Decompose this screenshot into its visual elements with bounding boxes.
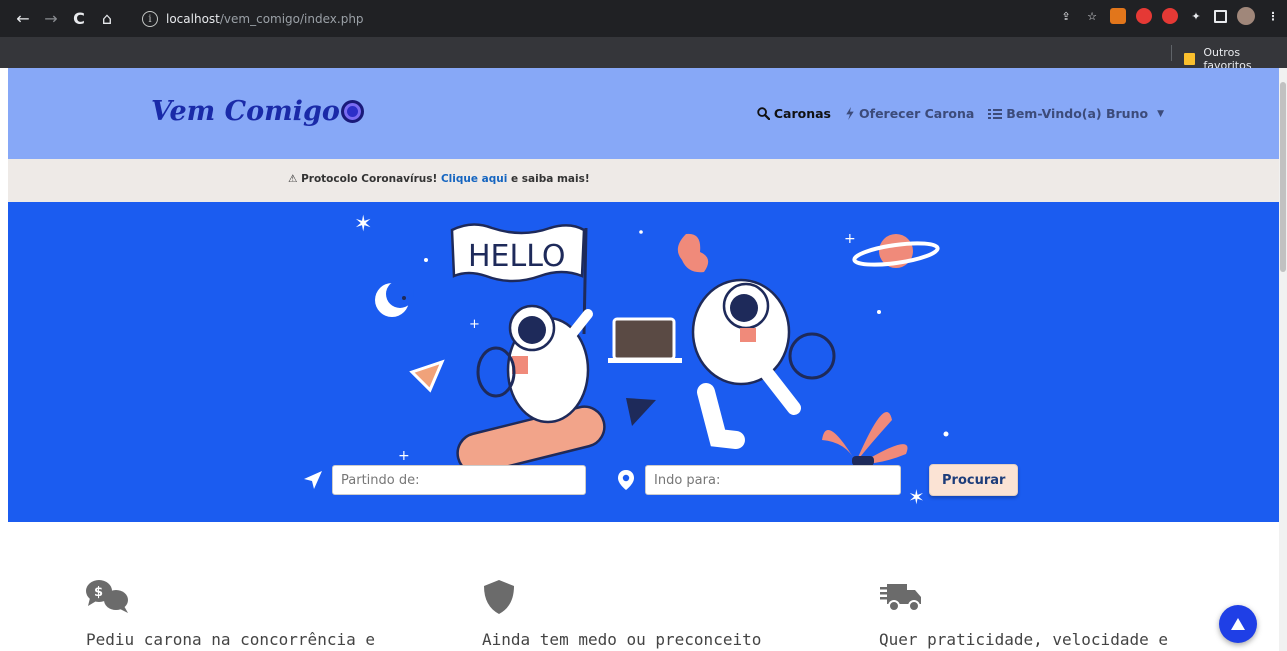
url-host: localhost	[166, 12, 220, 26]
page-viewport: Vem Comigo Caronas Oferecer Carona Bem-V…	[8, 68, 1279, 651]
window-icon[interactable]	[1214, 9, 1227, 23]
search-icon	[757, 107, 770, 120]
svg-text:+: +	[398, 448, 410, 464]
puzzle-icon[interactable]: ✦	[1188, 8, 1204, 24]
feature-fear: Ainda tem medo ou preconceito	[482, 578, 761, 649]
back-arrow-icon[interactable]: ←	[12, 7, 34, 29]
reload-icon[interactable]: C	[68, 7, 90, 29]
url-path: /vem_comigo/index.php	[219, 12, 364, 26]
logo[interactable]: Vem Comigo	[151, 96, 364, 127]
bookmarks-separator	[1171, 45, 1172, 61]
shield-icon	[484, 580, 514, 614]
covid-notice: ⚠ Protocolo Coronavírus! Clique aqui e s…	[288, 173, 590, 185]
svg-text:+: +	[844, 231, 856, 247]
covid-notice-bar: ⚠ Protocolo Coronavírus! Clique aqui e s…	[8, 159, 1279, 202]
svg-text:+: +	[469, 317, 480, 332]
feature-competition: $ Pediu carona na concorrência e	[86, 578, 375, 649]
bookmarks-bar: Outros favoritos	[0, 36, 1287, 72]
svg-text:$: $	[94, 585, 103, 600]
logo-text: Vem Comigo	[151, 96, 340, 127]
nav-user-menu[interactable]: Bem-Vindo(a) Bruno ▼	[988, 106, 1164, 121]
more-menu-icon[interactable]: ⋮	[1265, 8, 1281, 24]
map-pin-icon	[618, 470, 634, 490]
fox-extension-icon[interactable]	[1110, 8, 1126, 24]
from-input[interactable]: Partindo de:	[332, 465, 586, 495]
back-to-top-button[interactable]	[1219, 605, 1257, 643]
address-bar[interactable]: i localhost/vem_comigo/index.php	[142, 8, 1002, 30]
notice-prefix: Protocolo Coronavírus!	[301, 173, 438, 185]
site-header: Vem Comigo Caronas Oferecer Carona Bem-V…	[8, 68, 1279, 159]
avatar[interactable]	[1237, 7, 1255, 25]
list-icon	[988, 108, 1003, 119]
home-icon[interactable]: ⌂	[96, 7, 118, 29]
star-icon[interactable]: ☆	[1084, 8, 1100, 24]
bolt-icon	[846, 107, 854, 120]
nav-oferecer-label: Oferecer Carona	[859, 106, 975, 121]
page-scrollbar[interactable]	[1279, 68, 1287, 651]
folder-icon	[1184, 53, 1196, 65]
hero-banner: ✶ + + + ✶ HELLO Partindo de: Indo para: …	[8, 202, 1279, 522]
forward-arrow-icon[interactable]: →	[40, 7, 62, 29]
main-nav: Caronas Oferecer Carona Bem-Vindo(a) Bru…	[757, 106, 1164, 121]
features-section: $ Pediu carona na concorrência e Ainda t…	[8, 522, 1279, 651]
video-extension-icon[interactable]	[1162, 8, 1178, 24]
flag-hello-text: HELLO	[468, 239, 566, 274]
location-arrow-icon	[304, 471, 322, 489]
arrow-up-icon	[1231, 618, 1245, 630]
feature-practicality: Quer praticidade, velocidade e	[879, 578, 1168, 649]
nav-user-label: Bem-Vindo(a) Bruno	[1006, 106, 1149, 121]
scrollbar-thumb[interactable]	[1280, 82, 1286, 272]
svg-text:✶: ✶	[354, 212, 372, 237]
feature-competition-text: Pediu carona na concorrência e	[86, 630, 375, 649]
warning-icon: ⚠	[288, 173, 298, 185]
truck-icon	[880, 584, 921, 612]
notice-suffix: e saiba mais!	[510, 173, 590, 185]
ride-search-form: Partindo de: Indo para: Procurar	[303, 464, 1019, 496]
notice-link[interactable]: Clique aqui	[441, 173, 507, 185]
logo-mark-icon	[340, 100, 364, 123]
site-info-icon[interactable]: i	[142, 11, 158, 27]
browser-toolbar: ← → C ⌂ i localhost/vem_comigo/index.php…	[0, 0, 1287, 36]
feature-practicality-text: Quer praticidade, velocidade e	[879, 630, 1168, 649]
nav-caronas[interactable]: Caronas	[757, 106, 831, 121]
share-icon[interactable]: ⇪	[1058, 8, 1074, 24]
caret-down-icon: ▼	[1157, 108, 1164, 119]
money-chat-icon: $	[86, 580, 128, 613]
nav-caronas-label: Caronas	[773, 106, 831, 121]
search-rides-button[interactable]: Procurar	[929, 464, 1019, 496]
nav-oferecer-carona[interactable]: Oferecer Carona	[845, 106, 974, 121]
feature-fear-text: Ainda tem medo ou preconceito	[482, 630, 762, 649]
to-input[interactable]: Indo para:	[645, 465, 901, 495]
red-extension-icon[interactable]	[1136, 8, 1152, 24]
